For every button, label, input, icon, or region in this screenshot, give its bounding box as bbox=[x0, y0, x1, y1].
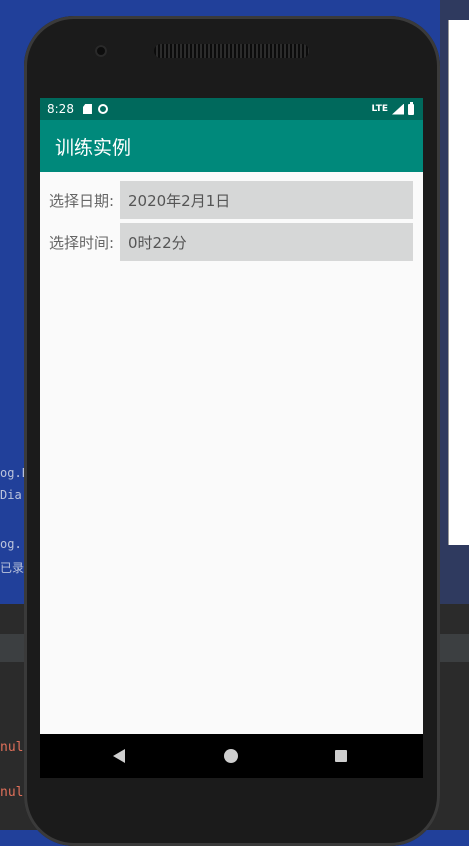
time-row: 选择时间: 0时22分 bbox=[40, 223, 423, 261]
date-label: 选择日期: bbox=[49, 191, 115, 210]
navigation-bar bbox=[40, 734, 423, 778]
status-time: 8:28 bbox=[47, 102, 74, 116]
status-bar: 8:28 LTE bbox=[40, 98, 423, 120]
app-title: 训练实例 bbox=[55, 136, 132, 159]
date-field[interactable]: 2020年2月1日 bbox=[120, 181, 413, 219]
app-bar: 训练实例 bbox=[40, 120, 423, 172]
time-field[interactable]: 0时22分 bbox=[120, 223, 413, 261]
sync-icon bbox=[97, 104, 108, 114]
speaker-grille bbox=[154, 44, 309, 58]
ide-code-line: 已录 bbox=[0, 561, 25, 575]
battery-icon bbox=[408, 101, 414, 115]
ide-code-line: og. bbox=[0, 537, 22, 551]
back-icon[interactable] bbox=[113, 749, 125, 763]
home-icon[interactable] bbox=[224, 749, 238, 763]
ide-error-line: nul bbox=[0, 740, 24, 755]
ide-code-line: Dia bbox=[0, 488, 22, 502]
date-row: 选择日期: 2020年2月1日 bbox=[40, 181, 423, 219]
sd-card-icon bbox=[82, 104, 92, 114]
device-screen: 8:28 LTE 训练实例 选择日期: 2020年2月1日 选择时间: 0时22… bbox=[40, 98, 423, 778]
ide-right-panel bbox=[448, 20, 469, 545]
camera-icon bbox=[95, 45, 107, 57]
ide-error-line: nul bbox=[0, 785, 24, 800]
network-type: LTE bbox=[371, 104, 388, 114]
time-label: 选择时间: bbox=[49, 233, 115, 252]
recents-icon[interactable] bbox=[335, 750, 347, 762]
date-value: 2020年2月1日 bbox=[128, 191, 231, 210]
time-value: 0时22分 bbox=[128, 233, 187, 252]
signal-icon bbox=[392, 103, 404, 115]
